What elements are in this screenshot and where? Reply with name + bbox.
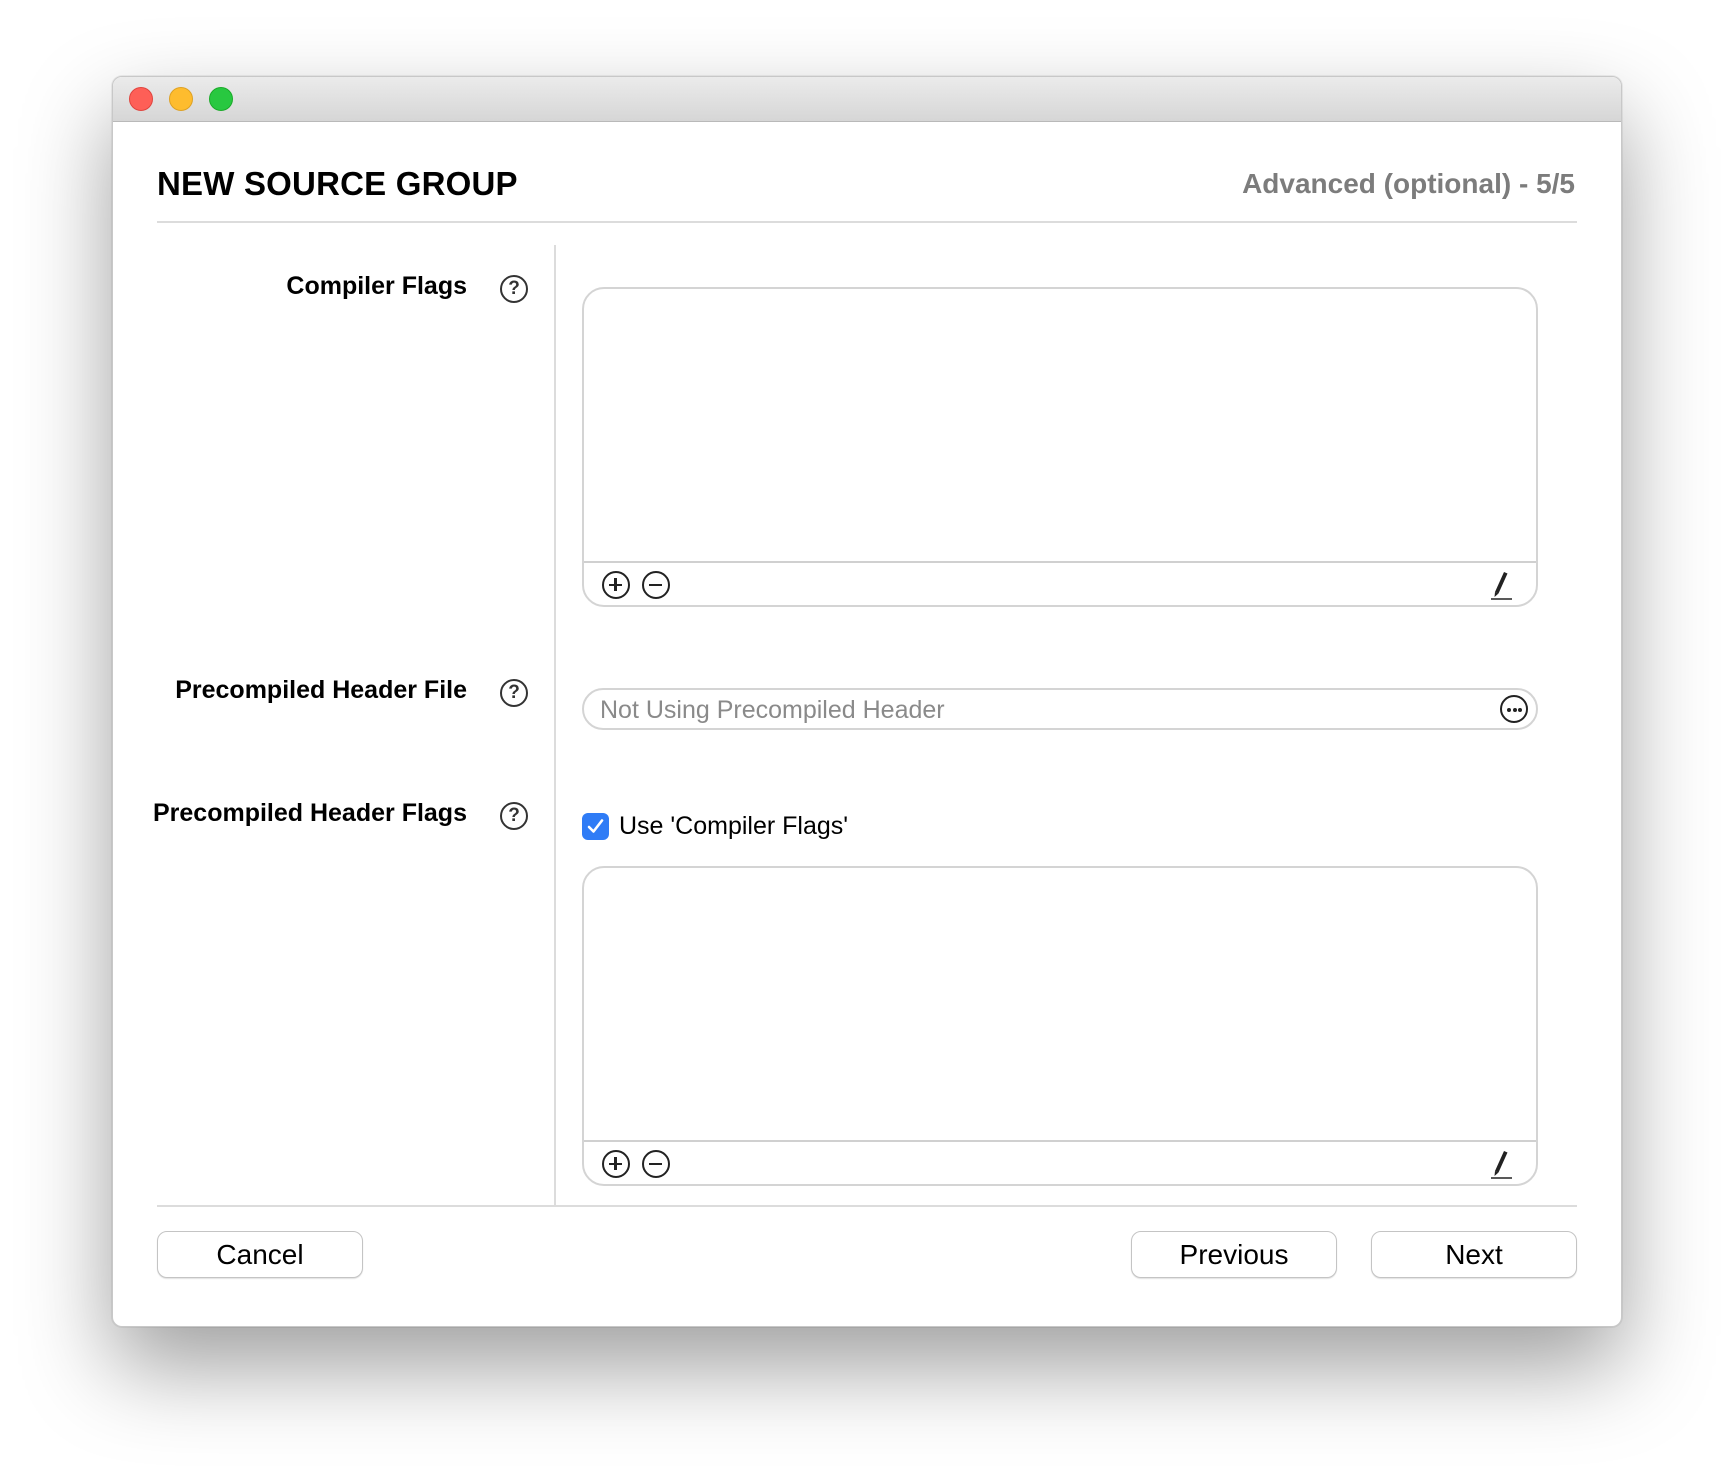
pch-flags-label: Precompiled Header Flags — [152, 799, 467, 827]
close-window-button[interactable] — [129, 87, 153, 111]
header-divider — [157, 221, 1577, 223]
dialog-window: NEW SOURCE GROUP Advanced (optional) - 5… — [112, 76, 1622, 1327]
pch-file-field[interactable] — [582, 688, 1538, 730]
browse-ellipsis-icon[interactable] — [1500, 695, 1528, 723]
edit-compiler-flags-pencil-icon[interactable] — [1484, 567, 1514, 601]
pch-file-input[interactable] — [598, 694, 1462, 726]
add-compiler-flag-button[interactable] — [602, 571, 630, 599]
title-bar — [113, 77, 1621, 122]
next-button[interactable]: Next — [1371, 1231, 1577, 1278]
cancel-button[interactable]: Cancel — [157, 1231, 363, 1278]
compiler-flags-help-icon[interactable]: ? — [500, 275, 528, 303]
dialog-title: NEW SOURCE GROUP — [157, 165, 518, 202]
previous-button[interactable]: Previous — [1131, 1231, 1337, 1278]
step-indicator: Advanced (optional) - 5/5 — [1242, 168, 1575, 199]
zoom-window-button[interactable] — [209, 87, 233, 111]
remove-compiler-flag-button[interactable] — [642, 571, 670, 599]
add-pch-flag-button[interactable] — [602, 1150, 630, 1178]
minimize-window-button[interactable] — [169, 87, 193, 111]
footer-divider — [157, 1205, 1577, 1207]
remove-pch-flag-button[interactable] — [642, 1150, 670, 1178]
pch-flags-list-area[interactable] — [584, 868, 1536, 1142]
pch-file-label: Precompiled Header File — [175, 676, 467, 704]
pch-file-help-icon[interactable]: ? — [500, 679, 528, 707]
use-compiler-flags-checkbox[interactable] — [582, 813, 609, 840]
compiler-flags-label: Compiler Flags — [286, 272, 467, 300]
pch-flags-list[interactable] — [582, 866, 1538, 1186]
column-divider — [554, 245, 556, 1205]
compiler-flags-list[interactable] — [582, 287, 1538, 607]
checkmark-icon — [587, 819, 604, 833]
edit-pch-flags-pencil-icon[interactable] — [1484, 1146, 1514, 1180]
use-compiler-flags-label[interactable]: Use 'Compiler Flags' — [619, 812, 848, 841]
compiler-flags-list-area[interactable] — [584, 289, 1536, 563]
pch-flags-help-icon[interactable]: ? — [500, 802, 528, 830]
